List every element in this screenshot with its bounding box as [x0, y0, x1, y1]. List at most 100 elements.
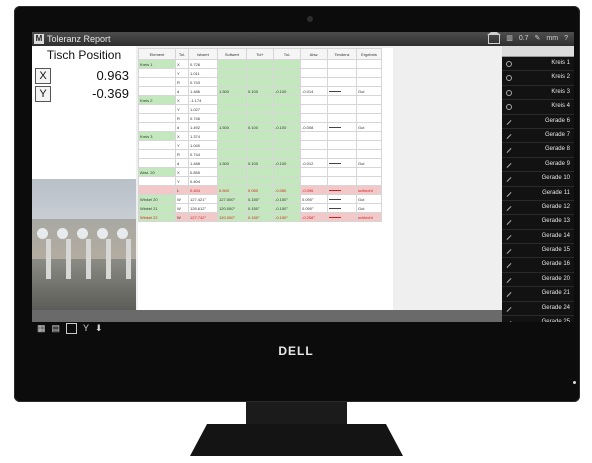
feature-list-item[interactable]: Kreis 3: [502, 86, 574, 101]
feature-list-item[interactable]: Gerade 20: [502, 273, 574, 288]
help-button[interactable]: ?: [564, 32, 568, 46]
axis-cell: X: [175, 131, 189, 141]
status-number: 0.7: [518, 35, 529, 42]
axis-cell: Y: [175, 68, 189, 78]
table-row[interactable]: Winkel 20 W 127.421° 127.000° 0.150° -0.150° 0…: [138, 194, 382, 204]
feature-list-item[interactable]: Gerade 7: [502, 129, 574, 144]
istwert-cell: 1.486: [188, 86, 218, 96]
abweichung-cell: [300, 113, 328, 123]
table-row[interactable]: R 0.746: [138, 113, 382, 123]
col-element[interactable]: Element: [138, 48, 176, 60]
table-row[interactable]: Y 1.040: [138, 140, 382, 150]
feature-label: Kreis 3: [551, 88, 570, 95]
element-name: Kreis 1: [138, 59, 176, 69]
ergebnis-cell: [356, 176, 382, 186]
col-tol[interactable]: Tol.: [175, 48, 189, 60]
col-tendenz[interactable]: Tendenz: [327, 48, 357, 60]
pin-icon[interactable]: ⬇: [95, 323, 103, 334]
element-name: [138, 158, 176, 168]
tendenz-cell: [327, 104, 357, 114]
table-row[interactable]: R 0.743: [138, 77, 382, 87]
col-sollwert[interactable]: Sollwert: [217, 48, 247, 60]
feature-list-item[interactable]: Gerade 10: [502, 172, 574, 187]
tendenz-cell: [327, 140, 357, 150]
tendency-bar: [329, 198, 341, 200]
abweichung-cell: -0.014: [300, 86, 328, 96]
feature-list-item[interactable]: Gerade 14: [502, 230, 574, 245]
table-row[interactable]: Kreis 3 X 1.374: [138, 131, 382, 141]
feature-list-item[interactable]: Gerade 24: [502, 302, 574, 317]
istwert-cell: 1.040: [188, 140, 218, 150]
table-row[interactable]: L 0.404 0.500 0.050 -0.050 -0.096 schlecht: [138, 185, 382, 195]
circle-icon: [506, 104, 512, 111]
table-row[interactable]: Y 1.027: [138, 104, 382, 114]
home-icon[interactable]: [487, 32, 502, 44]
feature-label: Kreis 2: [551, 74, 570, 81]
table-row[interactable]: Kreis 2 X -1.174: [138, 95, 382, 105]
table-row[interactable]: Abst. 20 X 0.855: [138, 167, 382, 177]
element-name: [138, 104, 176, 114]
tendenz-cell: [327, 122, 357, 132]
window-icon[interactable]: [66, 323, 78, 334]
feature-list-item[interactable]: Kreis 2: [502, 71, 574, 86]
col-tol-minus[interactable]: Tol-: [273, 48, 301, 60]
feature-list-item[interactable]: Gerade 25: [502, 316, 574, 322]
col-istwert[interactable]: Istwert: [188, 48, 218, 60]
col-ergebnis[interactable]: Ergebnis: [356, 48, 382, 60]
feature-list-item[interactable]: Gerade 21: [502, 287, 574, 302]
table-row[interactable]: d 1.492 1.500 0.100 -0.100 -0.008 Gut: [138, 122, 382, 132]
table-header-row: Element Tol. Istwert Sollwert Tol+ Tol- …: [138, 48, 382, 60]
table-row[interactable]: Kreis 1 X 0.728: [138, 59, 382, 69]
feature-list-item[interactable]: Gerade 12: [502, 201, 574, 216]
circle-icon: [506, 75, 512, 82]
line-icon: [506, 321, 512, 322]
table-icon[interactable]: ▤: [52, 323, 61, 334]
feature-list-item[interactable]: Gerade 6: [502, 115, 574, 129]
feature-list-item[interactable]: Gerade 15: [502, 244, 574, 259]
feature-label: Gerade 7: [544, 131, 570, 138]
table-row[interactable]: R 0.744: [138, 149, 382, 159]
y-tool-icon[interactable]: Y: [83, 323, 89, 334]
sollwert-cell: [217, 131, 247, 141]
tendency-bar: [329, 207, 341, 209]
feature-label: Gerade 10: [541, 175, 570, 182]
grid-view-icon[interactable]: ▦: [37, 323, 46, 334]
power-led: [573, 381, 576, 384]
abweichung-cell: -0.258°: [300, 212, 328, 222]
tol-minus-cell: [273, 131, 301, 141]
feature-list-item[interactable]: Gerade 16: [502, 258, 574, 273]
table-row[interactable]: Winkel 22 W 127.742° 120.000° 0.150° -0.150° -…: [138, 212, 382, 222]
grid-icon[interactable]: ▥: [506, 32, 513, 46]
col-tol-plus[interactable]: Tol+: [246, 48, 274, 60]
feature-list-item[interactable]: Gerade 13: [502, 215, 574, 230]
tol-plus-cell: [246, 140, 274, 150]
feature-list-item[interactable]: Gerade 9: [502, 158, 574, 173]
x-axis-button[interactable]: X: [35, 68, 51, 84]
feature-list-item[interactable]: Kreis 1: [502, 57, 574, 72]
position-title: Tisch Position: [46, 48, 122, 62]
feature-list-item[interactable]: Gerade 8: [502, 143, 574, 158]
table-row[interactable]: d 1.488 1.500 0.100 -0.100 -0.012 Gut: [138, 158, 382, 168]
abweichung-cell: [300, 149, 328, 159]
tol-minus-cell: -0.150°: [273, 194, 301, 204]
circle-icon: [506, 89, 512, 96]
tol-minus-cell: [273, 104, 301, 114]
axis-cell: d: [175, 122, 189, 132]
table-row[interactable]: Y 1.011: [138, 68, 382, 78]
table-row[interactable]: Y 0.404: [138, 176, 382, 186]
unit-label[interactable]: mm: [546, 32, 558, 46]
line-icon: [506, 306, 512, 312]
tol-plus-cell: 0.150°: [246, 212, 274, 222]
table-row[interactable]: d 1.486 1.500 0.100 -0.100 -0.014 Gut: [138, 86, 382, 96]
feature-label: Gerade 13: [541, 218, 570, 225]
table-row[interactable]: Winkel 21 W 126.612° 120.000° 0.150° -0.150° 0…: [138, 203, 382, 213]
feature-list-item[interactable]: Gerade 11: [502, 187, 574, 201]
element-name: Kreis 3: [138, 131, 176, 141]
tol-minus-cell: [273, 95, 301, 105]
y-axis-button[interactable]: Y: [35, 86, 51, 102]
feature-list-item[interactable]: Kreis 4: [502, 100, 574, 115]
col-abweichung[interactable]: Abw.: [300, 48, 328, 60]
tol-minus-cell: [273, 113, 301, 123]
tool-icon[interactable]: ✎: [535, 32, 541, 46]
camera-view[interactable]: [32, 179, 136, 310]
